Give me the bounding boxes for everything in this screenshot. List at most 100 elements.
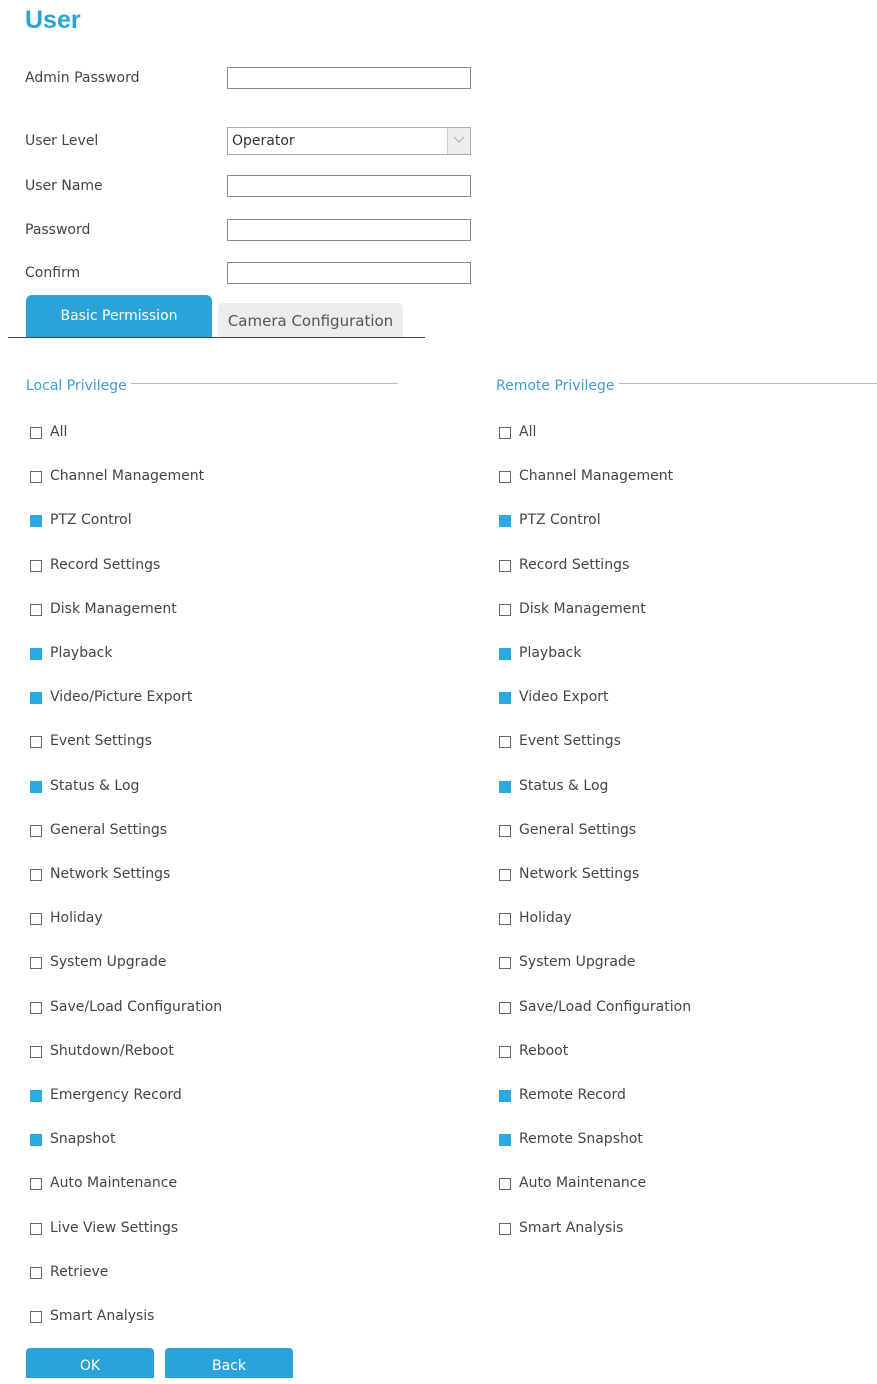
- privilege-label: Save/Load Configuration: [519, 998, 692, 1015]
- confirm-input[interactable]: [227, 262, 471, 284]
- checkbox-unchecked[interactable]: [30, 559, 42, 572]
- privilege-label: Playback: [50, 645, 113, 661]
- checkbox-unchecked[interactable]: [499, 427, 511, 439]
- privilege-label: Video/Picture Export: [50, 689, 193, 706]
- password-input[interactable]: [227, 219, 471, 241]
- privilege-label: Video Export: [519, 689, 609, 706]
- checkbox-checked[interactable]: [30, 1090, 42, 1102]
- privilege-label: General Settings: [519, 821, 637, 838]
- checkbox-unchecked[interactable]: [30, 913, 42, 926]
- chevron-down-icon: [453, 136, 465, 143]
- privilege-label: Record Settings: [50, 556, 161, 573]
- privilege-label: Disk Management: [519, 600, 646, 617]
- privilege-label: Network Settings: [50, 866, 171, 882]
- privilege-label: PTZ Control: [519, 512, 601, 529]
- checkbox-unchecked[interactable]: [499, 471, 511, 484]
- user-name-row: User Name: [25, 175, 485, 199]
- admin-password-label: Admin Password: [25, 70, 140, 86]
- privilege-label: Event Settings: [519, 733, 621, 750]
- privilege-label: All: [50, 424, 68, 440]
- checkbox-unchecked[interactable]: [30, 824, 42, 837]
- privilege-label: Smart Analysis: [50, 1308, 155, 1324]
- privilege-label: Shutdown/Reboot: [50, 1042, 174, 1059]
- privilege-label: System Upgrade: [50, 954, 167, 971]
- checkbox-unchecked[interactable]: [30, 1001, 42, 1014]
- admin-password-row: Admin Password: [25, 67, 485, 91]
- checkbox-unchecked[interactable]: [30, 471, 42, 484]
- checkbox-checked[interactable]: [499, 1090, 511, 1102]
- privilege-label: Reboot: [519, 1042, 569, 1059]
- back-button[interactable]: Back: [165, 1348, 293, 1378]
- privilege-label: Save/Load Configuration: [50, 998, 223, 1015]
- password-row: Password: [25, 219, 485, 243]
- tab-camera-configuration[interactable]: Camera Configuration: [218, 303, 403, 337]
- local-privilege-title: Local Privilege: [26, 378, 131, 394]
- checkbox-unchecked[interactable]: [30, 603, 42, 616]
- checkbox-checked[interactable]: [499, 780, 511, 793]
- checkbox-unchecked[interactable]: [30, 1045, 42, 1058]
- privilege-label: General Settings: [50, 821, 168, 838]
- privilege-label: Channel Management: [50, 468, 205, 485]
- checkbox-unchecked[interactable]: [499, 1045, 511, 1058]
- privilege-label: All: [519, 424, 537, 440]
- privilege-label: Disk Management: [50, 600, 177, 617]
- checkbox-checked[interactable]: [30, 1134, 42, 1147]
- checkbox-unchecked[interactable]: [499, 736, 511, 749]
- remote-privilege-header: Remote Privilege: [496, 378, 877, 398]
- user-level-select[interactable]: Operator: [227, 127, 471, 155]
- privilege-label: Network Settings: [519, 866, 640, 882]
- checkbox-unchecked[interactable]: [30, 736, 42, 749]
- checkbox-unchecked[interactable]: [30, 427, 42, 439]
- local-privilege-header: Local Privilege: [26, 378, 398, 398]
- checkbox-unchecked[interactable]: [499, 1001, 511, 1014]
- privilege-label: System Upgrade: [519, 954, 636, 971]
- privilege-label: Live View Settings: [50, 1219, 179, 1236]
- checkbox-unchecked[interactable]: [499, 1222, 511, 1235]
- page-title: User: [25, 6, 81, 34]
- checkbox-checked[interactable]: [499, 648, 511, 660]
- checkbox-checked[interactable]: [499, 515, 511, 528]
- checkbox-unchecked[interactable]: [499, 603, 511, 616]
- checkbox-unchecked[interactable]: [499, 869, 511, 881]
- checkbox-unchecked[interactable]: [499, 1178, 511, 1191]
- privilege-label: Remote Record: [519, 1087, 626, 1103]
- tab-basic-permission[interactable]: Basic Permission: [26, 295, 212, 337]
- confirm-label: Confirm: [25, 265, 81, 281]
- user-level-label: User Level: [25, 133, 99, 149]
- privilege-label: Event Settings: [50, 733, 152, 750]
- checkbox-unchecked[interactable]: [30, 1311, 42, 1323]
- checkbox-unchecked[interactable]: [30, 1222, 42, 1235]
- remote-privilege-title: Remote Privilege: [496, 378, 619, 394]
- checkbox-unchecked[interactable]: [30, 1178, 42, 1191]
- privilege-label: Retrieve: [50, 1263, 109, 1280]
- privilege-label: Status & Log: [50, 777, 140, 794]
- checkbox-unchecked[interactable]: [499, 559, 511, 572]
- checkbox-checked[interactable]: [30, 515, 42, 528]
- privilege-label: Remote Snapshot: [519, 1131, 643, 1148]
- privilege-label: Auto Maintenance: [50, 1175, 178, 1192]
- dropdown-arrow[interactable]: [447, 128, 470, 154]
- privilege-label: Smart Analysis: [519, 1219, 624, 1236]
- checkbox-unchecked[interactable]: [499, 957, 511, 970]
- privilege-label: Holiday: [519, 910, 572, 927]
- checkbox-unchecked[interactable]: [499, 824, 511, 837]
- privilege-label: Snapshot: [50, 1131, 116, 1148]
- checkbox-checked[interactable]: [499, 692, 511, 705]
- checkbox-unchecked[interactable]: [499, 913, 511, 926]
- checkbox-checked[interactable]: [30, 648, 42, 660]
- checkbox-unchecked[interactable]: [30, 869, 42, 881]
- user-level-value: Operator: [232, 133, 295, 149]
- checkbox-unchecked[interactable]: [30, 957, 42, 970]
- checkbox-checked[interactable]: [30, 780, 42, 793]
- checkbox-checked[interactable]: [499, 1134, 511, 1147]
- privilege-label: Holiday: [50, 910, 103, 927]
- checkbox-checked[interactable]: [30, 692, 42, 705]
- privilege-label: Playback: [519, 645, 582, 661]
- privilege-label: Channel Management: [519, 468, 674, 485]
- ok-button[interactable]: OK: [26, 1348, 154, 1378]
- privilege-label: PTZ Control: [50, 512, 132, 529]
- password-label: Password: [25, 222, 91, 238]
- checkbox-unchecked[interactable]: [30, 1266, 42, 1279]
- user-name-input[interactable]: [227, 175, 471, 197]
- admin-password-input[interactable]: [227, 67, 471, 89]
